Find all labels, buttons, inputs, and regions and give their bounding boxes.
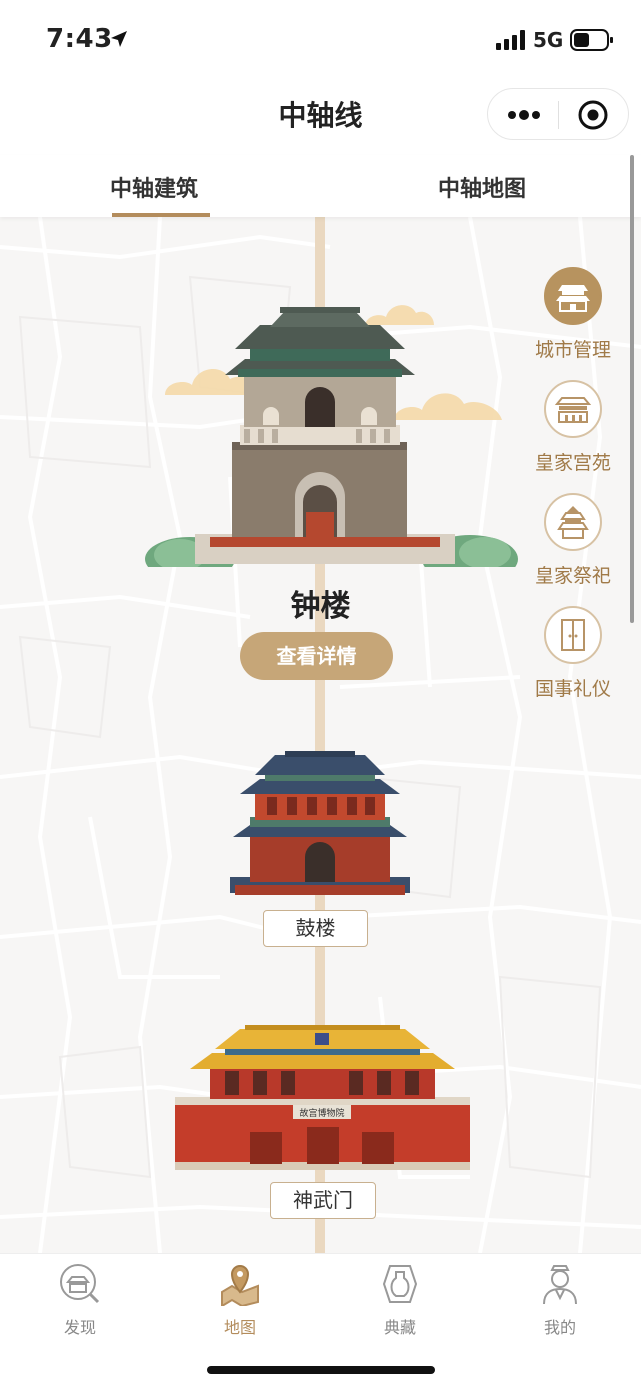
bell-tower-illustration[interactable]	[140, 297, 520, 567]
drum-tower-illustration[interactable]	[225, 737, 415, 897]
palace-icon	[544, 380, 602, 438]
tab-map[interactable]: 中轴地图	[438, 171, 526, 203]
side-category-label: 城市管理	[534, 339, 611, 361]
side-category-state-ceremony[interactable]: 国事礼仪	[530, 606, 616, 701]
side-category-label: 皇家祭祀	[534, 565, 611, 587]
signal-icon	[496, 30, 525, 50]
battery-icon	[570, 29, 613, 51]
tabbar-label: 发现	[63, 1318, 96, 1337]
status-bar: 7:43 5G	[0, 0, 641, 80]
location-arrow-icon	[111, 31, 127, 47]
status-time: 7:43	[46, 24, 113, 54]
map-icon	[221, 1265, 259, 1308]
tabbar-discover[interactable]: 发现	[40, 1262, 120, 1338]
tabbar-label: 典藏	[383, 1318, 416, 1337]
home-indicator[interactable]	[207, 1366, 435, 1374]
active-tab-underline	[112, 213, 210, 217]
scrollbar[interactable]	[630, 155, 634, 623]
tabbar-label: 我的	[543, 1318, 576, 1337]
close-miniprogram-icon[interactable]	[577, 99, 609, 131]
temple-icon	[544, 493, 602, 551]
nav-bar: 中轴线	[0, 80, 641, 155]
building-name-drum-tower[interactable]: 鼓楼	[263, 910, 368, 947]
network-type: 5G	[533, 28, 564, 52]
building-name-shenwu-gate[interactable]: 神武门	[270, 1182, 376, 1219]
collection-icon	[382, 1265, 418, 1303]
museum-plaque: 故宫博物院	[299, 1107, 344, 1119]
segment-tabs: 中轴建筑 中轴地图	[0, 155, 641, 217]
discover-icon	[60, 1264, 100, 1304]
tabbar-map[interactable]: 地图	[200, 1262, 280, 1338]
tabbar-collection[interactable]: 典藏	[360, 1262, 440, 1338]
side-category-royal-palace[interactable]: 皇家宫苑	[530, 380, 616, 475]
side-category-label: 国事礼仪	[534, 678, 611, 700]
profile-icon	[543, 1265, 577, 1305]
side-category-city-management[interactable]: 城市管理	[530, 267, 616, 362]
tabbar-label: 地图	[223, 1318, 256, 1337]
tabbar-profile[interactable]: 我的	[520, 1262, 600, 1338]
mini-program-capsule	[487, 88, 629, 140]
more-icon[interactable]	[506, 105, 542, 125]
side-category-label: 皇家宫苑	[534, 452, 611, 474]
shenwu-gate-illustration[interactable]: 故宫博物院	[175, 1007, 470, 1172]
bottom-tab-bar: 发现 地图 典藏 我的	[0, 1253, 641, 1387]
door-icon	[544, 606, 602, 664]
view-details-button[interactable]: 查看详情	[240, 632, 393, 680]
capsule-divider	[558, 101, 559, 129]
side-category-royal-sacrifice[interactable]: 皇家祭祀	[530, 493, 616, 588]
axis-map[interactable]: 钟楼 查看详情 鼓楼 故宫博物院 神武门 城市管理 皇家宫苑 皇家祭祀 国事礼仪	[0, 217, 641, 1253]
city-gate-icon	[544, 267, 602, 325]
tab-architecture[interactable]: 中轴建筑	[110, 171, 198, 203]
